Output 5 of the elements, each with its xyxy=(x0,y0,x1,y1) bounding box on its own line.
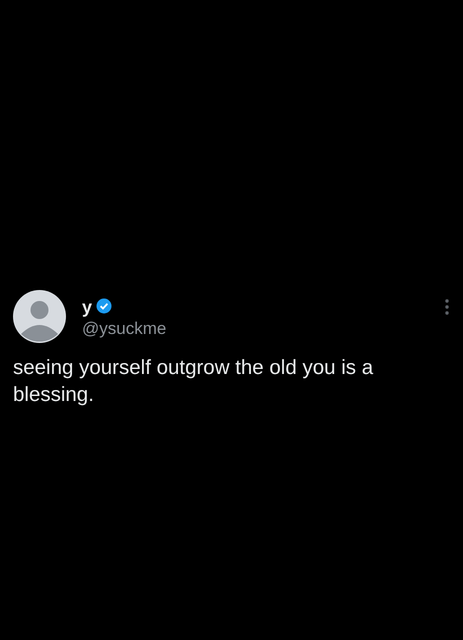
username[interactable]: @ysuckme xyxy=(82,318,428,338)
more-icon[interactable] xyxy=(444,298,450,316)
display-name[interactable]: y xyxy=(82,296,92,316)
tweet-text: seeing yourself outgrow the old you is a blessing. xyxy=(13,355,374,408)
avatar[interactable] xyxy=(13,290,66,343)
